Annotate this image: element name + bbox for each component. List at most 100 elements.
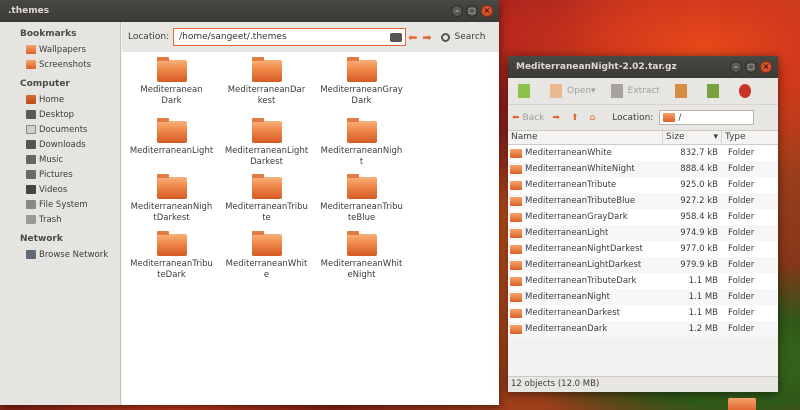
file-name: MediterraneanLight [525,228,609,238]
extract-button[interactable]: Extract [605,81,666,101]
folder-item[interactable]: MediterraneanWhit eNight [314,231,409,281]
open-button[interactable]: Open ▾ [544,81,602,101]
sidebar-item[interactable]: Music [0,152,120,167]
add-files-button[interactable] [669,81,698,101]
back-arrow-icon[interactable]: ⬅ [408,31,417,44]
folder-label: MediterraneanWhit [320,259,403,269]
folder-item[interactable]: MediterraneanDar kest [219,57,314,107]
folder-item[interactable]: Mediterranean Dark [124,57,219,107]
search-icon [440,32,450,42]
back-arrow-icon: ⬅ [512,112,520,123]
location-input[interactable] [173,28,407,46]
folder-icon [510,324,522,334]
forward-arrow-icon: ➡ [552,112,560,123]
file-row[interactable]: MediterraneanWhiteNight 888.4 kB Folder [508,161,778,177]
file-row[interactable]: MediterraneanLightDarkest 979.9 kB Folder [508,257,778,273]
sort-arrow-icon: ▾ [713,132,718,142]
sidebar-item[interactable]: Browse Network [0,247,120,262]
stop-button[interactable] [733,81,762,101]
folder-item[interactable]: MediterraneanNigh tDarkest [124,174,219,224]
sidebar-item[interactable]: Videos [0,182,120,197]
file-name: MediterraneanLightDarkest [525,260,642,270]
sidebar-item-label: Wallpapers [39,44,86,55]
folder-icon [156,231,187,256]
minimize-button[interactable]: – [730,61,742,73]
folder-icon [510,260,522,270]
folder-label: MediterraneanGray [320,85,403,95]
folder-label: MediterraneanTribu [225,202,308,212]
column-name[interactable]: Name [508,131,663,144]
sidebar-item[interactable]: Screenshots [0,57,120,72]
sidebar-item-label: Videos [39,184,68,195]
folder-label: Mediterranean [140,85,203,95]
folder-item[interactable]: MediterraneanNigh t [314,118,409,168]
sidebar-item-label: Pictures [39,169,73,180]
folder-item[interactable]: MediterraneanWhit e [219,231,314,281]
column-headers: Name Size ▾ Type [508,130,778,145]
column-size[interactable]: Size ▾ [663,131,722,144]
folder-item[interactable]: MediterraneanTribu te [219,174,314,224]
sidebar-item[interactable]: File System [0,197,120,212]
close-button[interactable]: × [760,61,772,73]
column-type[interactable]: Type [722,131,778,144]
sidebar-item[interactable]: Home [0,92,120,107]
file-name: MediterraneanTribute [525,180,617,190]
file-size: 958.4 kB [680,212,718,222]
maximize-button[interactable]: □ [466,5,478,17]
folder-item[interactable]: MediterraneanGray Dark [314,57,409,107]
status-bar: 12 objects (12.0 MB) [508,376,778,392]
file-name: MediterraneanTributeBlue [525,196,636,206]
back-button[interactable]: ⬅ Back [512,113,544,123]
location-value: / [678,112,682,123]
sidebar-item[interactable]: Trash [0,212,120,227]
file-row[interactable]: MediterraneanDarkest 1.1 MB Folder [508,305,778,321]
file-row[interactable]: MediterraneanDark 1.2 MB Folder [508,321,778,337]
file-size: 888.4 kB [680,164,718,174]
file-type: Folder [728,148,755,158]
home-button[interactable]: ⌂ [590,113,599,123]
folder-icon [346,231,377,256]
sidebar-item[interactable]: Downloads [0,137,120,152]
folder-icon [156,118,187,143]
sidebar-item[interactable]: Wallpapers [0,42,120,57]
file-type: Folder [728,212,755,222]
file-row[interactable]: MediterraneanTributeDark 1.1 MB Folder [508,273,778,289]
file-row[interactable]: MediterraneanLight 974.9 kB Folder [508,225,778,241]
sidebar-item[interactable]: Pictures [0,167,120,182]
sidebar-item[interactable]: Desktop [0,107,120,122]
file-type: Folder [728,228,755,238]
file-row[interactable]: MediterraneanTributeBlue 927.2 kB Folder [508,193,778,209]
file-row[interactable]: MediterraneanNight 1.1 MB Folder [508,289,778,305]
folder-item[interactable]: MediterraneanTribu teBlue [314,174,409,224]
file-row[interactable]: MediterraneanWhite 832.7 kB Folder [508,145,778,161]
forward-arrow-icon[interactable]: ➡ [422,31,431,44]
add-folder-button[interactable] [701,81,730,101]
folder-item[interactable]: MediterraneanLight Darkest [219,118,314,168]
title-bar[interactable]: .themes – □ × [0,0,499,22]
close-button[interactable]: × [481,5,493,17]
maximize-button[interactable]: □ [745,61,757,73]
folder-label: eNight [347,270,376,280]
sidebar-header: Network [20,234,63,244]
folder-label: teDark [157,270,186,280]
name-cell: MediterraneanWhiteNight [508,164,663,174]
location-field[interactable]: / [659,110,755,125]
name-cell: MediterraneanDarkest [508,308,663,318]
file-type: Folder [728,276,755,286]
title-bar[interactable]: MediterraneanNight-2.02.tar.gz – □ × [508,56,778,78]
file-row[interactable]: MediterraneanNightDarkest 977.0 kB Folder [508,241,778,257]
folder-item[interactable]: MediterraneanTribu teDark [124,231,219,281]
desktop-folder-icon[interactable] [728,398,756,410]
folder-label: e [263,270,270,280]
up-button[interactable]: ⬆ [571,113,582,123]
sidebar-item[interactable]: Documents [0,122,120,137]
minimize-button[interactable]: – [451,5,463,17]
folder-item[interactable]: MediterraneanLight [124,118,219,157]
file-row[interactable]: MediterraneanTribute 925.0 kB Folder [508,177,778,193]
clear-icon[interactable] [390,32,403,42]
forward-button[interactable]: ➡ [552,113,563,123]
new-archive-button[interactable] [512,81,541,101]
file-row[interactable]: MediterraneanGrayDark 958.4 kB Folder [508,209,778,225]
sidebar-item-label: Downloads [39,139,86,150]
search-button[interactable]: Search [440,32,485,42]
